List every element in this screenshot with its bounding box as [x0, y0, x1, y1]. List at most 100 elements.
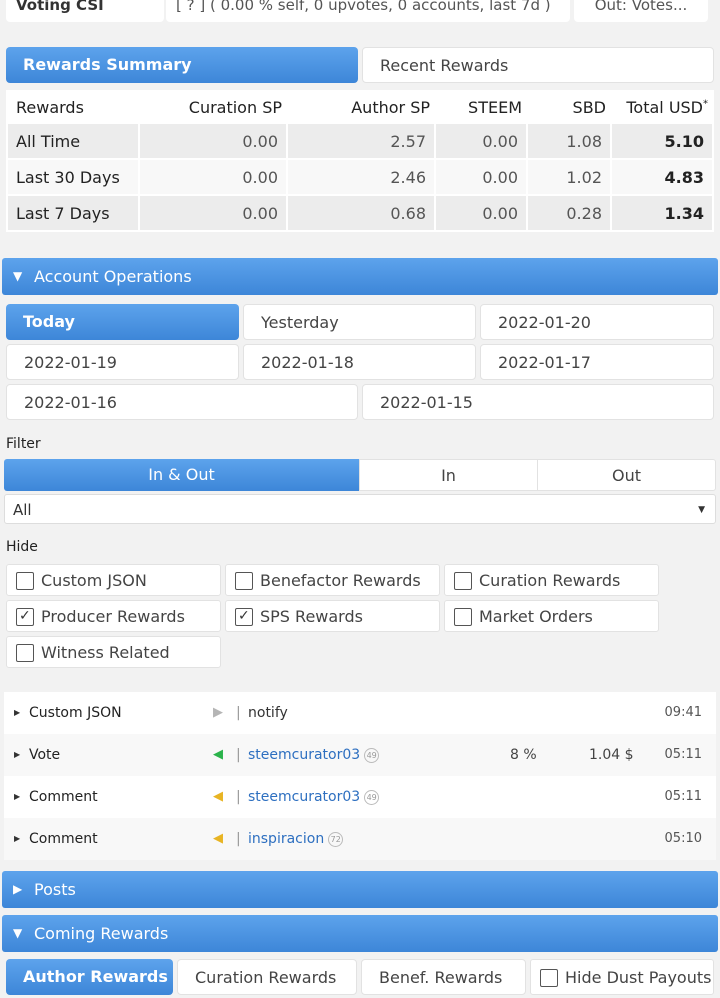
operation-type-select[interactable]: All ▼	[4, 494, 716, 524]
operation-time: 05:10	[664, 831, 702, 846]
steem-value: 0.00	[436, 196, 526, 230]
operation-note: notify	[248, 705, 288, 721]
operation-type: Vote	[29, 747, 61, 763]
triangle-down-icon: ▼	[13, 269, 23, 283]
tab-day-2022-01-15[interactable]: 2022-01-15	[362, 384, 714, 420]
triangle-right-icon: ▶	[14, 792, 21, 801]
separator: |	[236, 705, 241, 721]
direction-in-icon: ◀	[213, 747, 223, 762]
hide-benefactor-rewards-checkbox[interactable]: Benefactor Rewards	[225, 564, 440, 596]
tab-rewards-summary[interactable]: Rewards Summary	[6, 47, 358, 83]
account-link[interactable]: steemcurator03 49	[248, 734, 380, 776]
steem-value: 0.00	[436, 160, 526, 194]
vote-value: 1.04 $	[589, 747, 634, 763]
total-usd-footnote-marker: *	[703, 98, 708, 110]
hide-market-orders-checkbox[interactable]: Market Orders	[444, 600, 659, 632]
coming-rewards-header[interactable]: ▼ Coming Rewards	[2, 915, 718, 952]
tab-day-2022-01-19[interactable]: 2022-01-19	[6, 344, 239, 380]
table-row: Last 7 Days 0.00 0.68 0.00 0.28 1.34	[8, 196, 712, 230]
caret-down-icon: ▼	[698, 505, 705, 515]
total-usd-value: 1.34	[612, 196, 712, 230]
checkbox-icon	[454, 608, 472, 626]
tab-curation-rewards[interactable]: Curation Rewards	[177, 959, 357, 995]
checkbox-label: Producer Rewards	[41, 607, 185, 626]
list-item[interactable]: ▶ Custom JSON ▶ | notify 09:41	[4, 692, 716, 734]
tab-day-2022-01-18[interactable]: 2022-01-18	[243, 344, 476, 380]
triangle-right-icon: ▶	[13, 882, 23, 896]
curation-sp-value: 0.00	[140, 160, 286, 194]
checkbox-label: Market Orders	[479, 607, 593, 626]
operation-type: Comment	[29, 789, 98, 805]
triangle-right-icon: ▶	[14, 834, 21, 843]
curation-sp-value: 0.00	[140, 196, 286, 230]
section-title: Account Operations	[34, 267, 192, 286]
hide-producer-rewards-checkbox[interactable]: ✓ Producer Rewards	[6, 600, 221, 632]
operation-type: Comment	[29, 831, 98, 847]
sbd-value: 0.28	[528, 196, 610, 230]
tab-day-2022-01-16[interactable]: 2022-01-16	[6, 384, 358, 420]
list-item[interactable]: ▶ Comment ◀ | inspiracion 72 05:10	[4, 818, 716, 860]
hide-curation-rewards-checkbox[interactable]: Curation Rewards	[444, 564, 659, 596]
checkbox-label: Benefactor Rewards	[260, 571, 421, 590]
checkbox-checked-icon: ✓	[16, 608, 34, 626]
hide-label: Hide	[6, 539, 38, 555]
operations-list: ▶ Custom JSON ▶ | notify 09:41 ▶ Vote ◀ …	[4, 692, 716, 860]
col-total-usd: Total USD*	[612, 92, 712, 122]
direction-neutral-icon: ▶	[213, 705, 223, 720]
tab-day-today[interactable]: Today	[6, 304, 239, 340]
author-sp-value: 0.68	[288, 196, 434, 230]
separator: |	[236, 831, 241, 847]
operation-time: 09:41	[664, 705, 702, 720]
separator: |	[236, 747, 241, 763]
reputation-badge: 49	[364, 747, 380, 763]
author-sp-value: 2.57	[288, 124, 434, 158]
account-operations-header[interactable]: ▼ Account Operations	[2, 258, 718, 295]
tab-day-yesterday[interactable]: Yesterday	[243, 304, 476, 340]
posts-header[interactable]: ▶ Posts	[2, 871, 718, 908]
steem-value: 0.00	[436, 124, 526, 158]
author-sp-value: 2.46	[288, 160, 434, 194]
total-usd-value: 5.10	[612, 124, 712, 158]
table-row: Last 30 Days 0.00 2.46 0.00 1.02 4.83	[8, 160, 712, 194]
out-votes-button[interactable]: Out: Votes...	[574, 0, 708, 22]
tab-recent-rewards[interactable]: Recent Rewards	[362, 47, 714, 83]
checkbox-label: SPS Rewards	[260, 607, 363, 626]
row-label: Last 30 Days	[8, 160, 138, 194]
account-link[interactable]: steemcurator03 49	[248, 776, 380, 818]
checkbox-icon	[16, 644, 34, 662]
filter-in-and-out[interactable]: In & Out	[4, 459, 359, 491]
operation-type-value: All	[13, 501, 32, 519]
checkbox-icon	[16, 572, 34, 590]
filter-in[interactable]: In	[359, 459, 538, 491]
table-row: All Time 0.00 2.57 0.00 1.08 5.10	[8, 124, 712, 158]
hide-witness-related-checkbox[interactable]: Witness Related	[6, 636, 221, 668]
checkbox-label: Hide Dust Payouts	[565, 968, 712, 987]
col-steem: STEEM	[436, 92, 526, 122]
checkbox-icon	[454, 572, 472, 590]
tab-day-2022-01-17[interactable]: 2022-01-17	[480, 344, 714, 380]
hide-custom-json-checkbox[interactable]: Custom JSON	[6, 564, 221, 596]
voting-csi-value: [ ? ] ( 0.00 % self, 0 upvotes, 0 accoun…	[166, 0, 570, 22]
hide-sps-rewards-checkbox[interactable]: ✓ SPS Rewards	[225, 600, 440, 632]
reputation-badge: 49	[364, 789, 380, 805]
checkbox-label: Custom JSON	[41, 571, 147, 590]
row-label: All Time	[8, 124, 138, 158]
row-label: Last 7 Days	[8, 196, 138, 230]
checkbox-label: Witness Related	[41, 643, 170, 662]
col-curation-sp: Curation SP	[140, 92, 286, 122]
filter-label: Filter	[6, 436, 41, 452]
tab-author-rewards[interactable]: Author Rewards	[6, 959, 173, 995]
sbd-value: 1.02	[528, 160, 610, 194]
checkbox-checked-icon: ✓	[235, 608, 253, 626]
account-link[interactable]: inspiracion 72	[248, 818, 344, 860]
tab-day-2022-01-20[interactable]: 2022-01-20	[480, 304, 714, 340]
tab-benef-rewards[interactable]: Benef. Rewards	[361, 959, 526, 995]
rewards-summary-table: Rewards Curation SP Author SP STEEM SBD …	[6, 90, 714, 232]
list-item[interactable]: ▶ Comment ◀ | steemcurator03 49 05:11	[4, 776, 716, 818]
filter-out[interactable]: Out	[537, 459, 716, 491]
voting-csi-label: Voting CSI	[6, 0, 164, 22]
section-title: Coming Rewards	[34, 924, 169, 943]
hide-dust-payouts-checkbox[interactable]: Hide Dust Payouts	[530, 959, 714, 995]
list-item[interactable]: ▶ Vote ◀ | steemcurator03 49 8 % 1.04 $ 0…	[4, 734, 716, 776]
rewards-table-header: Rewards Curation SP Author SP STEEM SBD …	[8, 92, 712, 122]
